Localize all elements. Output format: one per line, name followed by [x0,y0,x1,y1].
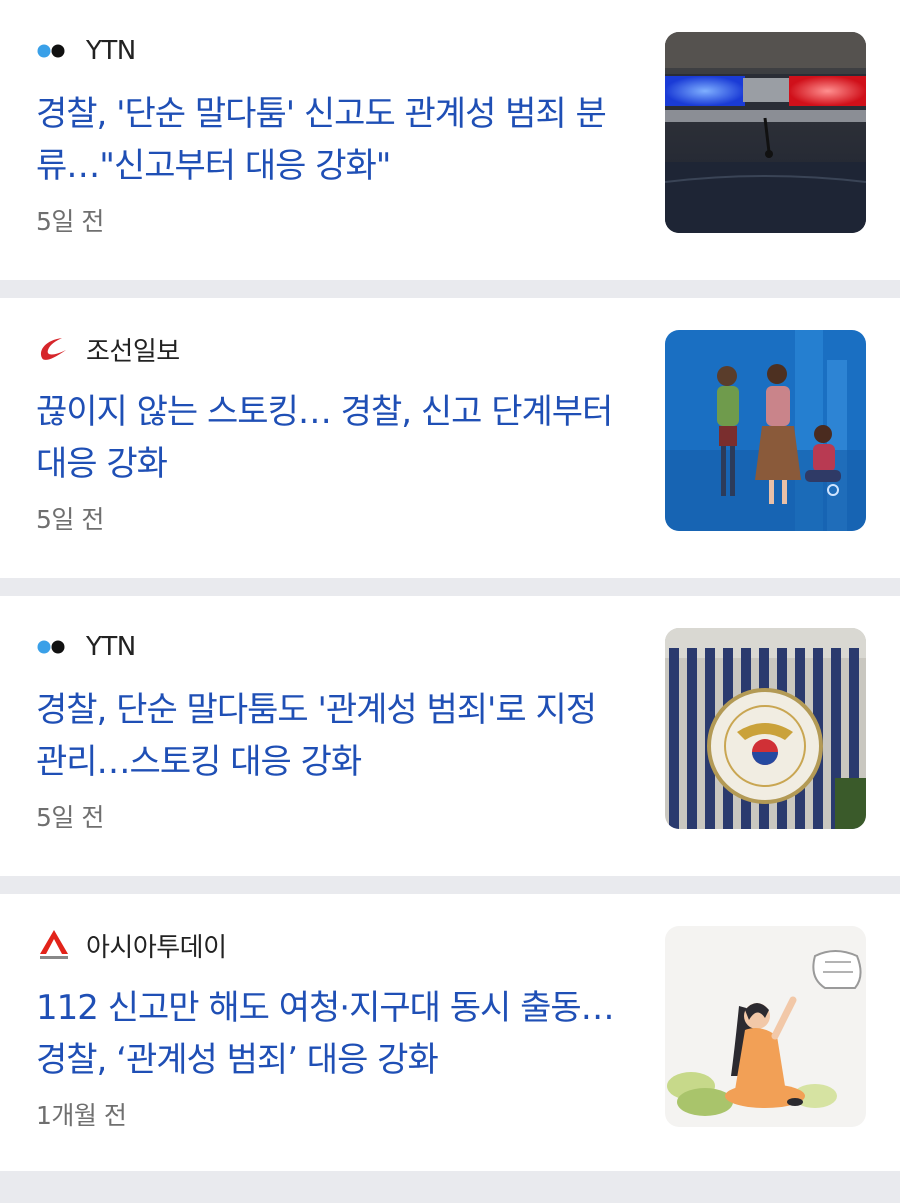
article-timestamp: 5일 전 [36,803,104,832]
article-headline[interactable]: 끊이지 않는 스토킹… 경찰, 신고 단계부터 대응 강화 [36,386,636,490]
news-source[interactable]: YTN [36,630,136,664]
article-timestamp: 5일 전 [36,505,104,534]
source-name: YTN [86,632,136,662]
police-car-thumbnail[interactable] [665,32,866,233]
news-source[interactable]: 아시아투데이 [36,928,227,963]
news-source[interactable]: 조선일보 [36,332,180,367]
source-name: 조선일보 [86,336,180,367]
article-headline[interactable]: 경찰, 단순 말다툼도 '관계성 범죄'로 지정 관리…스토킹 대응 강화 [36,684,636,788]
news-card[interactable]: 조선일보 끊이지 않는 스토킹… 경찰, 신고 단계부터 대응 강화 5일 전 [0,298,900,578]
news-feed: YTN 경찰, '단순 말다툼' 신고도 관계성 범죄 분류…"신고부터 대응 … [0,0,900,1171]
news-card[interactable]: 아시아투데이 112 신고만 해도 여청·지구대 동시 출동…경찰, ‘관계성 … [0,894,900,1171]
news-card[interactable]: YTN 경찰, '단순 말다툼' 신고도 관계성 범죄 분류…"신고부터 대응 … [0,0,900,280]
news-card[interactable]: YTN 경찰, 단순 말다툼도 '관계성 범죄'로 지정 관리…스토킹 대응 강… [0,596,900,876]
article-timestamp: 1개월 전 [36,1101,127,1130]
article-timestamp: 5일 전 [36,207,104,236]
source-name: 아시아투데이 [86,932,227,963]
news-source[interactable]: YTN [36,34,136,68]
article-headline[interactable]: 112 신고만 해도 여청·지구대 동시 출동…경찰, ‘관계성 범죄’ 대응 … [36,982,636,1086]
ytn-logo-icon [36,632,72,662]
ytn-logo-icon [36,36,72,66]
chosun-logo-icon [36,334,72,364]
woman-illustration-thumbnail[interactable] [665,926,866,1127]
article-headline[interactable]: 경찰, '단순 말다툼' 신고도 관계성 범죄 분류…"신고부터 대응 강화" [36,88,636,192]
asiatoday-logo-icon [36,930,72,960]
source-name: YTN [86,36,136,66]
stalking-illustration-thumbnail[interactable] [665,330,866,531]
police-emblem-thumbnail[interactable] [665,628,866,829]
